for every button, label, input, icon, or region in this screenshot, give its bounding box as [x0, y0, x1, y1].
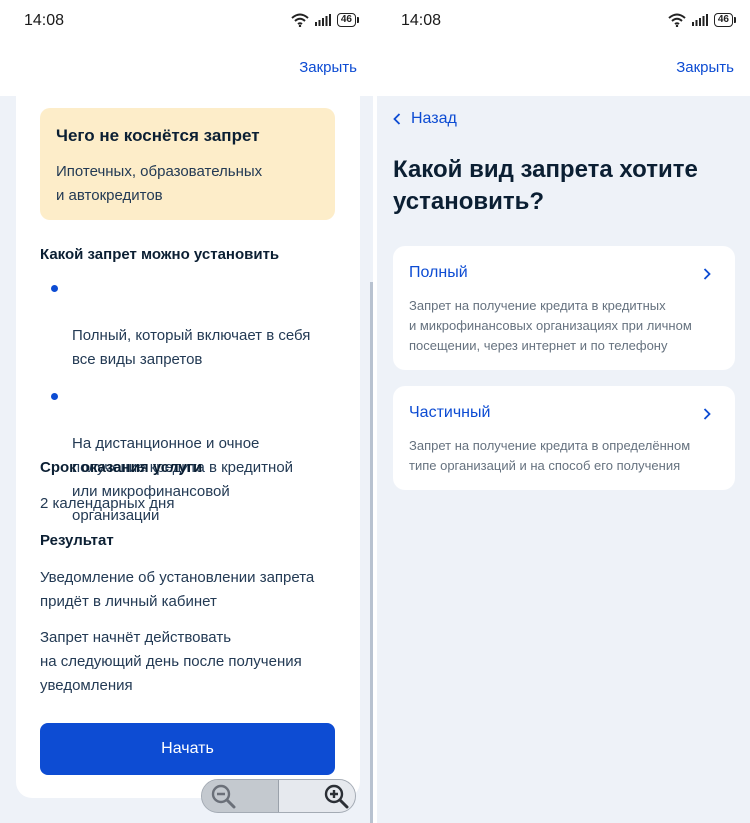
signal-icon	[314, 13, 331, 26]
back-label: Назад	[411, 110, 457, 127]
close-link[interactable]: Закрыть	[676, 59, 734, 76]
exclusions-info-box: Чего не коснётся запрет Ипотечных, образ…	[40, 108, 335, 220]
chevron-right-icon	[703, 268, 711, 280]
term-heading: Срок оказания услуги	[40, 459, 203, 476]
service-info-card: Чего не коснётся запрет Ипотечных, образ…	[16, 96, 360, 798]
info-box-text: Ипотечных, образовательных и автокредито…	[56, 163, 263, 204]
result-heading: Результат	[40, 532, 114, 549]
status-time: 14:08	[24, 12, 65, 29]
list-item: Полный, который включает в себя все виды…	[40, 276, 340, 372]
option-description: Запрет на получение кредита в определённ…	[409, 438, 691, 473]
list-item-text: Полный, который включает в себя все виды…	[72, 327, 311, 368]
option-title: Частичный	[409, 404, 491, 421]
back-link[interactable]: Назад	[393, 110, 457, 128]
chevron-left-icon	[393, 113, 401, 125]
status-icons: 46	[668, 12, 736, 27]
top-bar: 14:08 46 Закрыть	[377, 0, 750, 96]
result-text-notification: Уведомление об установлении запрета прид…	[40, 569, 315, 610]
left-screen: 14:08 46 Закрыть Чего не коснётся запрет…	[0, 0, 373, 823]
option-full[interactable]: Полный Запрет на получение кредита в кре…	[393, 246, 735, 370]
zoom-out-icon	[211, 784, 236, 809]
status-icons: 46	[291, 12, 359, 27]
option-title: Полный	[409, 264, 468, 281]
battery-icon: 46	[713, 12, 736, 27]
start-button[interactable]: Начать	[40, 723, 335, 775]
top-bar: 14:08 46 Закрыть	[0, 0, 373, 96]
result-text-start-date: Запрет начнёт действовать на следующий д…	[40, 629, 302, 694]
zoom-control	[201, 779, 356, 813]
bullet-dot	[51, 393, 58, 400]
info-box-title: Чего не коснётся запрет	[56, 126, 260, 145]
zoom-out-button[interactable]	[202, 780, 279, 812]
battery-level: 46	[713, 12, 733, 27]
close-link[interactable]: Закрыть	[299, 59, 357, 76]
bullet-dot	[51, 285, 58, 292]
wifi-icon	[291, 13, 309, 27]
wifi-icon	[668, 13, 686, 27]
battery-level: 46	[336, 12, 356, 27]
page-title: Какой вид запрета хотите установить?	[393, 156, 698, 215]
option-partial[interactable]: Частичный Запрет на получение кредита в …	[393, 386, 735, 490]
zoom-in-icon	[324, 784, 349, 809]
right-screen: 14:08 46 Закрыть Назад Какой вид запрета…	[377, 0, 750, 823]
types-heading: Какой запрет можно установить	[40, 246, 280, 263]
signal-icon	[691, 13, 708, 26]
chevron-right-icon	[703, 408, 711, 420]
term-text: 2 календарных дня	[40, 495, 175, 512]
option-description: Запрет на получение кредита в кредитных …	[409, 298, 692, 353]
status-time: 14:08	[401, 12, 442, 29]
zoom-in-button[interactable]	[278, 780, 355, 812]
battery-icon: 46	[336, 12, 359, 27]
